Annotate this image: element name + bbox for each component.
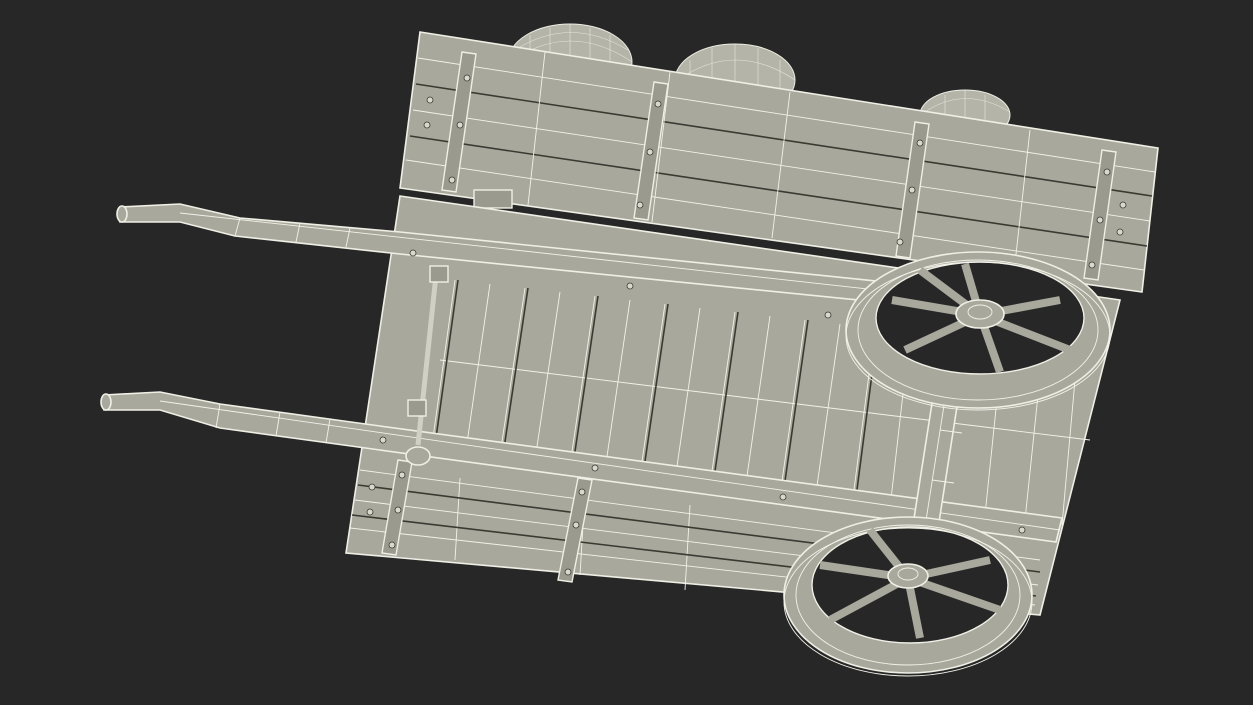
rod-end-cap: [405, 446, 431, 466]
wheel-hub: [955, 299, 1005, 329]
wheel-upper: [845, 251, 1111, 411]
rod-bracket: [407, 399, 427, 417]
hinge: [473, 189, 513, 209]
render-viewport: [0, 0, 1253, 705]
cart-render: [0, 0, 1253, 705]
rod-bracket: [429, 265, 449, 283]
